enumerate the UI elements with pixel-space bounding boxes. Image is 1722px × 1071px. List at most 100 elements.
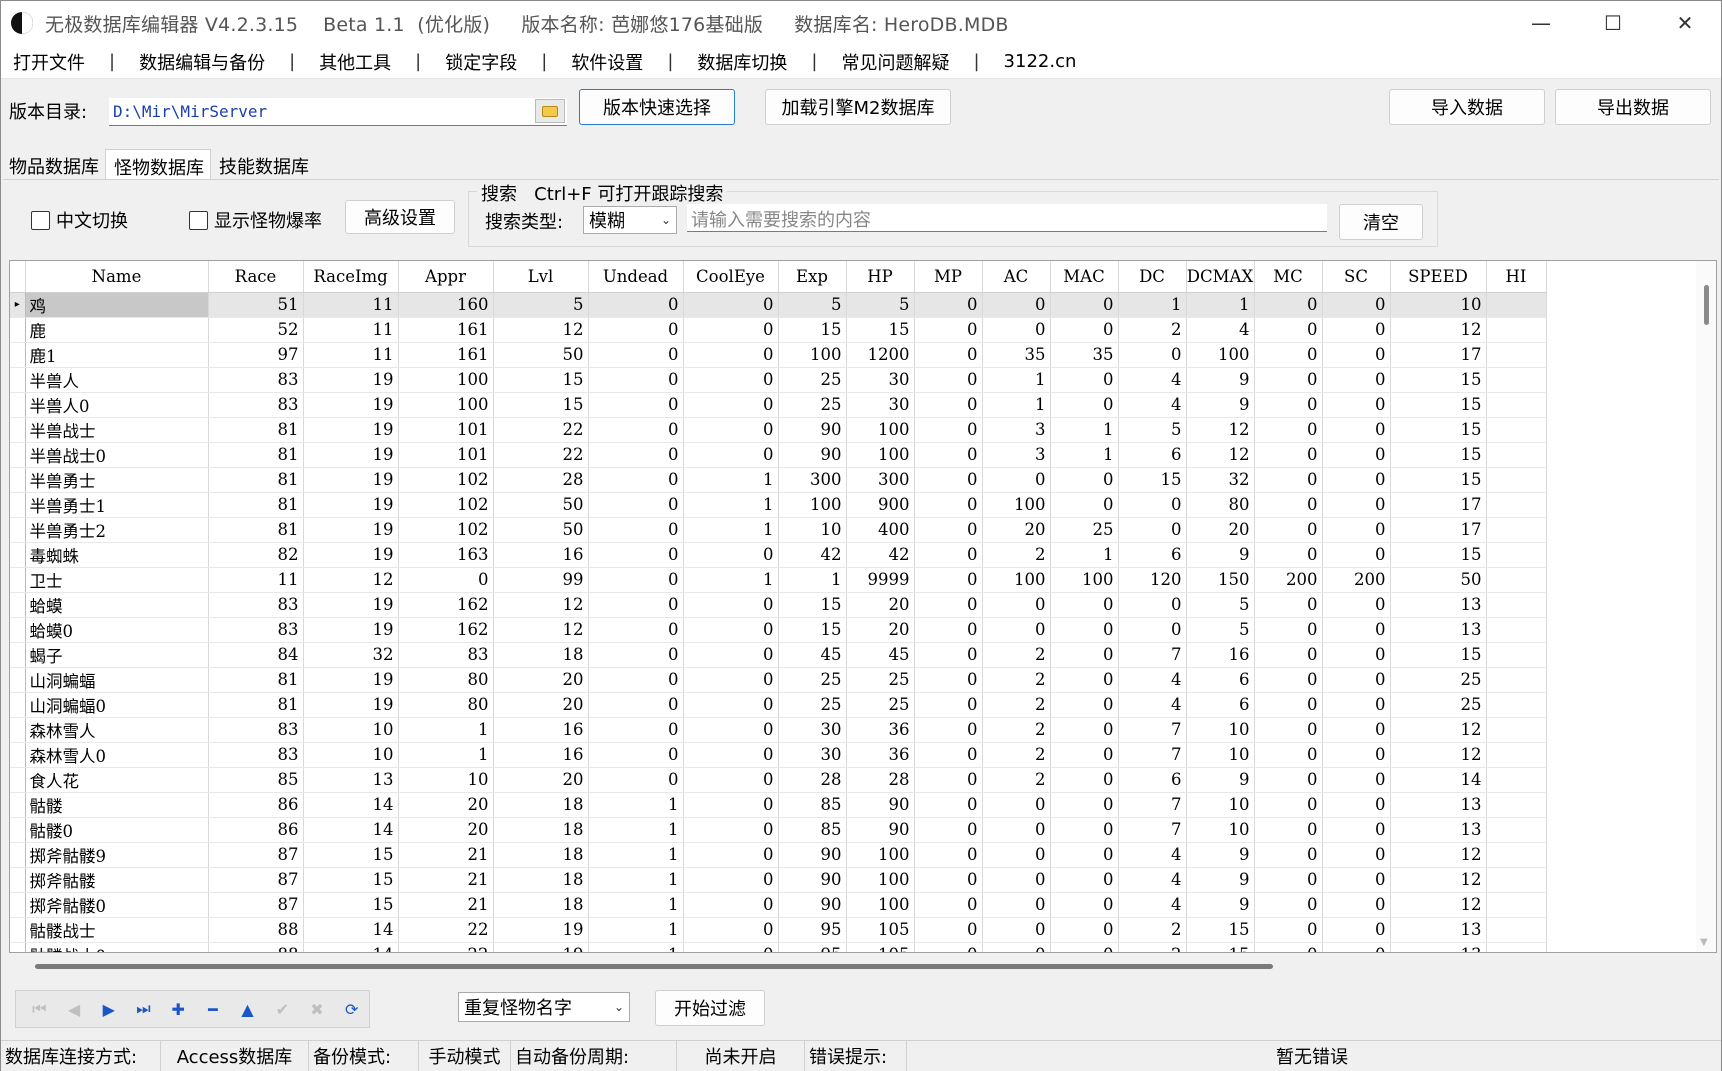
table-cell[interactable]: 19 — [303, 392, 399, 418]
table-cell[interactable]: 15 — [1390, 417, 1487, 443]
table-cell[interactable]: 25 — [846, 667, 915, 693]
table-cell[interactable] — [1486, 817, 1547, 843]
table-cell[interactable]: 7 — [1118, 817, 1187, 843]
table-cell[interactable]: 35 — [1050, 342, 1119, 368]
table-cell[interactable]: 13 — [1390, 592, 1487, 618]
table-cell[interactable]: 1 — [588, 892, 684, 918]
table-cell[interactable]: 0 — [588, 442, 684, 468]
table-cell[interactable]: 15 — [1186, 917, 1255, 943]
browse-folder-button[interactable] — [535, 99, 565, 123]
table-cell[interactable]: 4 — [1118, 367, 1187, 393]
table-cell[interactable] — [1486, 592, 1547, 618]
table-cell[interactable]: 6 — [1118, 442, 1187, 468]
table-cell[interactable]: 0 — [683, 617, 779, 643]
table-cell[interactable]: 30 — [846, 367, 915, 393]
table-cell[interactable]: 0 — [1050, 767, 1119, 793]
table-cell[interactable]: 0 — [1322, 317, 1391, 343]
table-cell[interactable]: 0 — [914, 867, 983, 893]
table-cell[interactable]: 18 — [493, 892, 589, 918]
table-cell[interactable]: 120 — [1118, 567, 1187, 593]
table-cell[interactable]: 0 — [914, 767, 983, 793]
table-cell[interactable]: 5 — [778, 292, 847, 318]
column-header[interactable]: CoolEye — [683, 261, 779, 293]
table-cell[interactable]: 1 — [1186, 292, 1255, 318]
column-header[interactable]: Exp — [778, 261, 847, 293]
table-cell[interactable]: 90 — [778, 867, 847, 893]
table-cell[interactable]: 0 — [982, 617, 1051, 643]
table-cell[interactable]: 0 — [588, 492, 684, 518]
table-cell[interactable]: 0 — [1322, 892, 1391, 918]
table-row[interactable]: 半兽人0 83 19 100 15 0 0 25 30 0 1 0 4 9 0 0 15 — [10, 392, 1547, 418]
table-cell[interactable]: 15 — [778, 317, 847, 343]
table-cell[interactable]: 0 — [1254, 767, 1323, 793]
table-cell[interactable]: 0 — [914, 467, 983, 493]
table-row[interactable]: 半兽勇士2 81 19 102 50 0 1 10 400 0 20 25 0 20 0 0 17 — [10, 517, 1547, 543]
table-cell[interactable]: 15 — [1186, 942, 1255, 952]
table-cell[interactable]: 13 — [1390, 917, 1487, 943]
column-header[interactable]: Undead — [588, 261, 684, 293]
table-cell[interactable]: 0 — [914, 817, 983, 843]
table-cell[interactable]: 0 — [914, 442, 983, 468]
table-cell[interactable]: 0 — [588, 367, 684, 393]
table-cell[interactable]: 14 — [1390, 767, 1487, 793]
table-cell[interactable]: 102 — [398, 492, 494, 518]
table-cell[interactable]: 0 — [914, 417, 983, 443]
table-cell[interactable] — [1486, 792, 1547, 818]
table-cell[interactable]: 0 — [914, 942, 983, 952]
table-cell[interactable]: 19 — [303, 442, 399, 468]
table-cell[interactable]: 0 — [982, 292, 1051, 318]
table-cell[interactable] — [1486, 442, 1547, 468]
table-cell[interactable]: 6 — [1118, 542, 1187, 568]
table-cell[interactable]: 50 — [1390, 567, 1487, 593]
table-cell[interactable]: 森林雪人0 — [25, 742, 209, 768]
table-cell[interactable]: 101 — [398, 417, 494, 443]
prev-icon[interactable]: ◀ — [57, 994, 92, 1024]
table-cell[interactable]: 15 — [1390, 467, 1487, 493]
table-cell[interactable]: 0 — [1322, 442, 1391, 468]
table-cell[interactable]: 半兽勇士1 — [25, 492, 209, 518]
table-cell[interactable]: 0 — [914, 892, 983, 918]
table-cell[interactable]: 25 — [778, 667, 847, 693]
table-cell[interactable]: 骷髅0 — [25, 817, 209, 843]
table-cell[interactable]: 12 — [493, 317, 589, 343]
table-cell[interactable]: 0 — [1254, 292, 1323, 318]
table-cell[interactable]: 18 — [493, 642, 589, 668]
table-cell[interactable]: 1 — [982, 367, 1051, 393]
table-row[interactable]: 山洞蝙蝠0 81 19 80 20 0 0 25 25 0 2 0 4 6 0 0 25 — [10, 692, 1547, 718]
table-cell[interactable]: 0 — [1050, 942, 1119, 952]
column-header[interactable]: HP — [846, 261, 915, 293]
table-row[interactable]: 森林雪人 83 10 1 16 0 0 30 36 0 2 0 7 10 0 0 12 — [10, 717, 1547, 743]
table-cell[interactable] — [1486, 367, 1547, 393]
table-cell[interactable]: 0 — [914, 917, 983, 943]
export-button[interactable]: 导出数据 — [1555, 89, 1711, 125]
table-cell[interactable]: 0 — [914, 392, 983, 418]
table-row[interactable]: 半兽勇士 81 19 102 28 0 1 300 300 0 0 0 15 32 0 0 15 — [10, 467, 1547, 493]
table-cell[interactable]: 0 — [1254, 867, 1323, 893]
table-cell[interactable]: 32 — [303, 642, 399, 668]
table-cell[interactable]: 9 — [1186, 392, 1255, 418]
table-cell[interactable]: 83 — [208, 617, 304, 643]
table-cell[interactable]: 90 — [778, 417, 847, 443]
table-cell[interactable]: 16 — [1186, 642, 1255, 668]
table-row[interactable]: 掷斧骷髅0 87 15 21 18 1 0 90 100 0 0 0 4 9 0 0 12 — [10, 892, 1547, 918]
table-cell[interactable] — [1486, 642, 1547, 668]
table-cell[interactable]: 19 — [303, 417, 399, 443]
table-cell[interactable] — [1486, 767, 1547, 793]
table-cell[interactable]: 90 — [778, 442, 847, 468]
table-cell[interactable]: 0 — [1322, 417, 1391, 443]
table-cell[interactable]: 3 — [982, 417, 1051, 443]
table-cell[interactable]: 0 — [1254, 392, 1323, 418]
table-cell[interactable]: 半兽勇士2 — [25, 517, 209, 543]
table-cell[interactable]: 0 — [1050, 667, 1119, 693]
table-cell[interactable]: 101 — [398, 442, 494, 468]
table-cell[interactable]: 12 — [493, 617, 589, 643]
table-cell[interactable]: 83 — [208, 367, 304, 393]
table-cell[interactable]: 86 — [208, 792, 304, 818]
last-icon[interactable]: ⏭ — [126, 994, 161, 1024]
table-cell[interactable]: 0 — [914, 717, 983, 743]
column-header[interactable]: DC — [1118, 261, 1187, 293]
horizontal-scrollbar[interactable] — [9, 958, 1717, 974]
table-cell[interactable]: 0 — [914, 292, 983, 318]
table-cell[interactable]: 0 — [398, 567, 494, 593]
table-cell[interactable]: 45 — [778, 642, 847, 668]
